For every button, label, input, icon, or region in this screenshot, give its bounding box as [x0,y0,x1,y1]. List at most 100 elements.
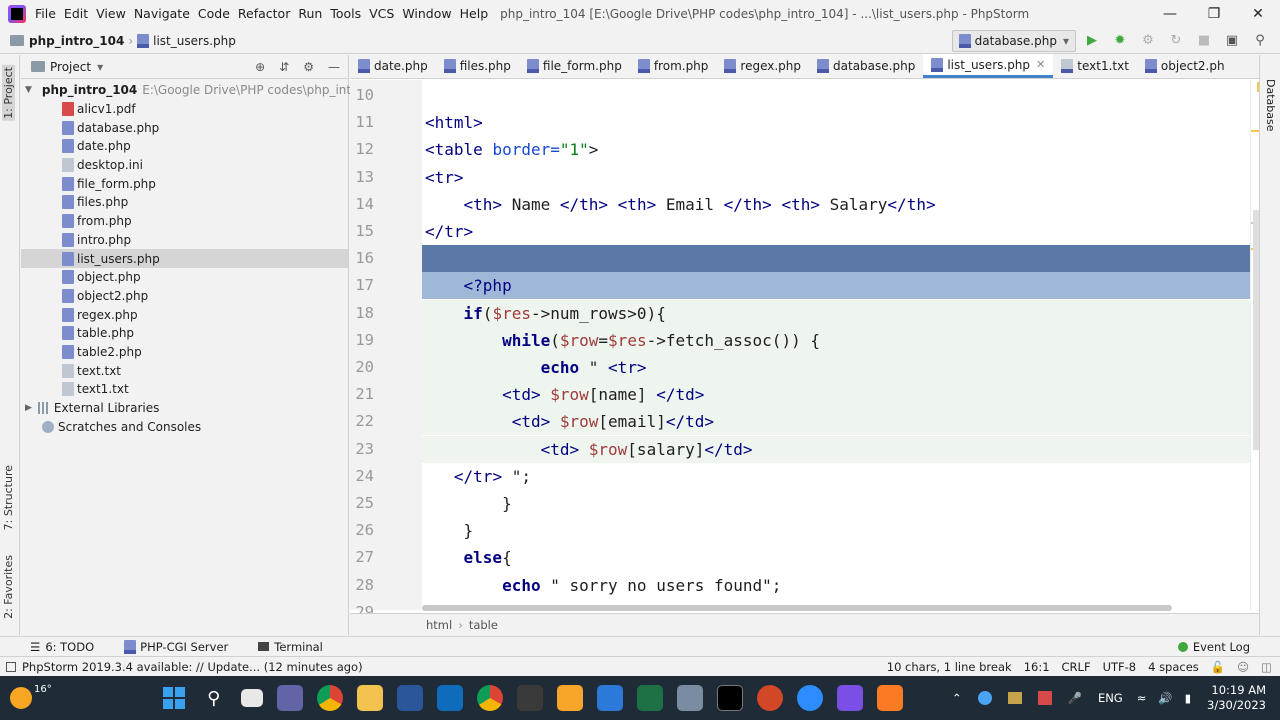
xampp-icon[interactable] [876,685,903,711]
code-line[interactable] [422,245,1260,273]
tree-file[interactable]: files.php [21,193,348,212]
task-view-icon[interactable] [240,689,263,707]
tool-todo[interactable]: ☰ 6: TODO [30,640,94,654]
search-icon[interactable]: ⚲ [201,685,227,711]
tree-scratches[interactable]: Scratches and Consoles [21,417,348,436]
code-line[interactable]: <html> [422,109,1260,136]
menu-window[interactable]: Window [398,0,455,28]
editor-tab[interactable]: list_users.php ✕ [923,54,1054,78]
tab-structure-tool[interactable]: 7: Structure [2,465,15,530]
language-indicator[interactable]: ENG [1098,691,1123,705]
network-drive-icon[interactable] [1007,692,1022,704]
menu-navigate[interactable]: Navigate [130,0,194,28]
code-line[interactable] [422,82,1260,109]
tree-file[interactable]: alicv1.pdf [21,100,348,119]
breadcrumb-html[interactable]: html [426,618,452,632]
editor-tab[interactable]: date.php [350,54,436,78]
menu-tools[interactable]: Tools [326,0,365,28]
status-line-separator[interactable]: CRLF [1062,660,1091,674]
tab-favorites-tool[interactable]: 2: Favorites [2,555,15,619]
tool-php-cgi[interactable]: PHP-CGI Server [124,639,228,654]
tool-event-log[interactable]: Event Log [1177,640,1250,654]
zoom-icon[interactable] [796,685,823,711]
tree-file[interactable]: database.php [21,118,348,137]
tree-external-libraries[interactable]: ▶ External Libraries [21,399,348,418]
taskbar-clock[interactable]: 10:19 AM 3/30/2023 [1207,683,1266,713]
code-line[interactable]: else{ [422,544,1260,571]
editor-tab[interactable]: object2.ph [1137,54,1233,78]
close-icon[interactable]: ✕ [1236,0,1280,28]
code-area[interactable]: <html> <table border="1"> <tr> <th> Name <… [422,80,1260,610]
status-message[interactable]: PhpStorm 2019.3.4 available: // Update..… [22,660,363,674]
code-line[interactable]: </tr> [422,218,1260,245]
close-tab-icon[interactable]: ✕ [1036,58,1045,71]
code-line[interactable]: </tr> "; [422,463,1260,490]
battery-icon[interactable]: ▮ [1185,691,1191,705]
code-line[interactable]: } [422,490,1260,517]
tab-project-tool[interactable]: 1: Project [2,65,15,121]
code-line[interactable]: <?php [422,272,1260,300]
tree-file[interactable]: regex.php [21,305,348,324]
nav-crumb-project[interactable]: php_intro_104 [0,34,124,48]
project-structure-icon[interactable]: ▣ [1220,30,1244,52]
menu-code[interactable]: Code [194,0,234,28]
locate-icon[interactable]: ⊕ [255,60,265,74]
code-line[interactable]: <td> $row[email]</td> [422,408,1260,436]
code-line[interactable]: <tr> [422,164,1260,191]
tree-file[interactable]: from.php [21,212,348,231]
snipping-tool-icon[interactable] [516,685,543,711]
tree-file[interactable]: file_form.php [21,174,348,193]
menu-help[interactable]: Help [456,0,493,28]
memory-icon[interactable]: ◫ [1261,660,1272,674]
app-tray-icon[interactable] [1037,691,1052,705]
tree-root[interactable]: ▼ php_intro_104 E:\Google Drive\PHP code… [21,81,392,100]
volume-icon[interactable]: 🔊 [1158,691,1172,705]
chevron-right-icon[interactable]: ▶ [25,403,32,413]
status-toggle-icon[interactable] [6,661,16,672]
run-config-select[interactable]: database.php ▾ [951,29,1076,52]
tree-file[interactable]: table2.php [21,343,348,362]
teams-icon[interactable] [276,685,303,711]
excel-icon[interactable] [636,685,663,711]
debug-icon[interactable]: ✹ [1108,30,1132,52]
windows-start-icon[interactable] [161,685,187,711]
run-icon[interactable]: ▶ [1080,30,1104,52]
menu-vcs[interactable]: VCS [365,0,398,28]
minimize-icon[interactable]: — [1148,0,1192,28]
menu-file[interactable]: File [31,0,60,28]
outlook-icon[interactable] [436,685,463,711]
chrome-icon[interactable] [316,685,343,711]
code-line[interactable]: <th> Name </th> <th> Email </th> <th> Sa… [422,191,1260,218]
microphone-icon[interactable]: 🎤 [1068,691,1082,705]
code-line[interactable]: <table border="1"> [422,136,1260,163]
editor-tab[interactable]: regex.php [716,54,809,78]
weather-icon[interactable] [10,687,32,709]
collapse-all-icon[interactable]: ⇵ [279,60,289,74]
chevron-down-icon[interactable]: ▾ [97,60,103,74]
tree-file[interactable]: text.txt [21,361,348,380]
tree-file[interactable]: table.php [21,324,348,343]
tree-file[interactable]: object2.php [21,287,348,306]
sublime-icon[interactable] [556,685,583,711]
menu-edit[interactable]: Edit [60,0,92,28]
chevron-up-icon[interactable]: ⌃ [952,691,962,705]
tree-file[interactable]: desktop.ini [21,156,348,175]
profile-icon[interactable]: ↻ [1164,30,1188,52]
powerpoint-icon[interactable] [756,685,783,711]
breadcrumb-table[interactable]: table [469,618,498,632]
file-explorer-icon[interactable] [356,685,383,711]
inspector-icon[interactable]: ☺ [1237,660,1249,674]
tab-database-tool[interactable]: Database [1264,79,1277,132]
editor-tab[interactable]: files.php [436,54,519,78]
menu-run[interactable]: Run [294,0,326,28]
tree-file[interactable]: object.php [21,268,348,287]
horizontal-scrollbar[interactable] [422,605,1172,611]
lock-icon[interactable]: 🔓 [1211,660,1225,674]
chevron-down-icon[interactable]: ▼ [25,85,32,95]
status-indent[interactable]: 4 spaces [1148,660,1199,674]
code-line[interactable]: if($res->num_rows>0){ [422,299,1260,327]
tree-file[interactable]: date.php [21,137,348,156]
nav-crumb-file[interactable]: list_users.php [137,33,236,48]
editor-tab[interactable]: from.php [630,54,717,78]
code-line[interactable]: <td> $row[name] </td> [422,381,1260,409]
